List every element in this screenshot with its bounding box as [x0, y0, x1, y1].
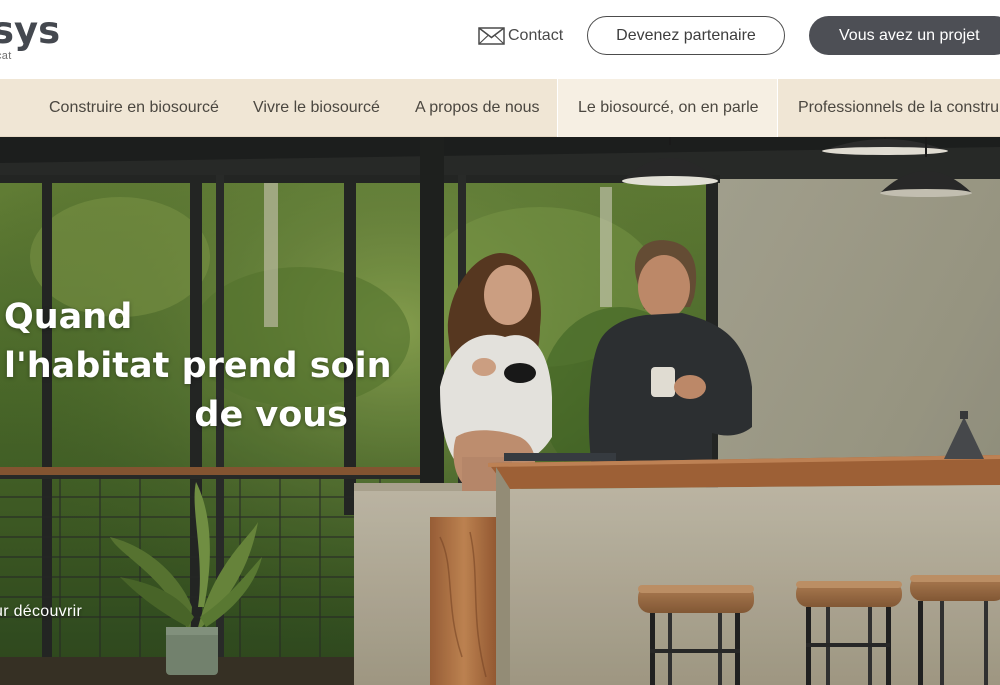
nav-item-on-en-parle[interactable]: Le biosourcé, on en parle: [578, 79, 759, 137]
nav-divider: [557, 79, 558, 137]
logo-text: sys: [0, 9, 61, 52]
envelope-icon: [478, 27, 505, 45]
contact-label: Contact: [508, 27, 564, 44]
become-partner-button[interactable]: Devenez partenaire: [587, 16, 785, 55]
logo-subtext: cat: [0, 50, 12, 62]
site-header: sys cat Contact Devenez partenaire Vous …: [0, 0, 1000, 79]
hero-title-line: l'habitat prend soin: [4, 346, 392, 386]
main-nav: Construire en biosourcé Vivre le biosour…: [0, 79, 1000, 137]
hero-title: Quand l'habitat prend soin de vous: [4, 293, 392, 440]
hero-section: Quand l'habitat prend soin de vous ur dé…: [0, 137, 1000, 685]
site-logo[interactable]: sys cat: [0, 9, 61, 63]
hero-title-line: de vous: [194, 395, 348, 435]
have-project-button[interactable]: Vous avez un projet: [809, 16, 1000, 55]
hero-title-line: Quand: [4, 297, 133, 337]
nav-item-vivre[interactable]: Vivre le biosourcé: [253, 79, 380, 137]
nav-item-professionnels[interactable]: Professionnels de la constru: [798, 79, 999, 137]
discover-link[interactable]: ur découvrir: [0, 603, 82, 621]
nav-divider: [777, 79, 778, 137]
nav-item-a-propos[interactable]: A propos de nous: [415, 79, 540, 137]
contact-link[interactable]: Contact: [478, 25, 563, 47]
nav-item-construire[interactable]: Construire en biosourcé: [49, 79, 219, 137]
